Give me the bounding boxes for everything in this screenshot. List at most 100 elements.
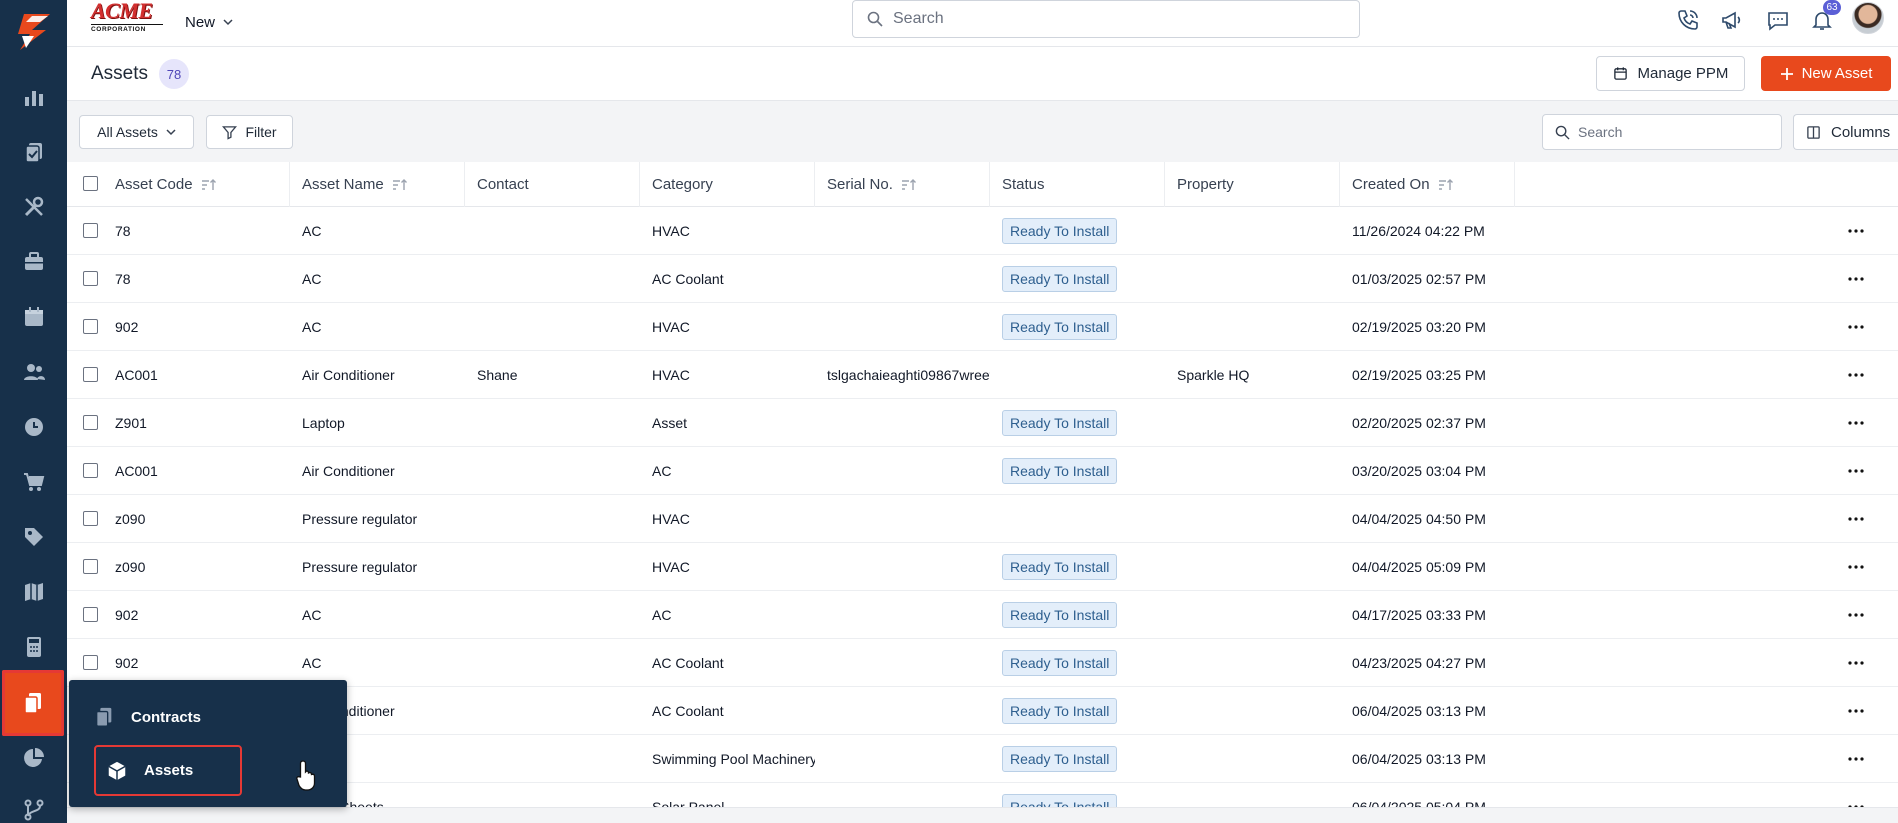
table-row[interactable]: 902 AC AC Ready To Install 04/17/2025 03:33 … bbox=[67, 591, 1898, 639]
columns-button[interactable]: Columns bbox=[1793, 114, 1898, 150]
view-selector-dropdown[interactable]: All Assets bbox=[79, 115, 194, 149]
announcements-button[interactable] bbox=[1718, 6, 1746, 34]
messages-button[interactable] bbox=[1764, 6, 1792, 34]
nav-map[interactable] bbox=[0, 567, 67, 617]
nav-workflows[interactable] bbox=[0, 785, 67, 823]
sort-icon[interactable] bbox=[201, 178, 217, 192]
app-logo[interactable] bbox=[10, 10, 56, 54]
table-row[interactable]: AC001 Air Conditioner Shane HVAC tslgachaiea… bbox=[67, 351, 1898, 399]
nav-purchasing[interactable] bbox=[0, 457, 67, 507]
nav-dashboard[interactable] bbox=[0, 72, 67, 122]
logo-subtext: CORPORATION bbox=[91, 24, 163, 33]
pie-chart-icon bbox=[23, 748, 44, 767]
calendar-icon bbox=[24, 307, 43, 326]
nav-maintenance[interactable] bbox=[0, 182, 67, 232]
new-label: New bbox=[185, 13, 216, 31]
submenu-item-contracts[interactable]: Contracts bbox=[93, 697, 201, 737]
cell-property: Sparkle HQ bbox=[1177, 367, 1250, 383]
cell-status: Ready To Install bbox=[990, 399, 1165, 447]
pagination-bar bbox=[67, 807, 1898, 823]
row-actions-button[interactable] bbox=[1846, 559, 1866, 575]
cell-asset-name: Pressure regulator bbox=[302, 559, 418, 575]
column-header-status[interactable]: Status bbox=[990, 162, 1165, 207]
status-badge: Ready To Install bbox=[1002, 650, 1118, 676]
cell-status: Ready To Install bbox=[990, 591, 1165, 639]
row-actions-button[interactable] bbox=[1846, 271, 1866, 287]
status-badge: Ready To Install bbox=[1002, 266, 1118, 292]
row-checkbox[interactable] bbox=[83, 511, 98, 526]
column-header-asset-name[interactable]: Asset Name bbox=[290, 162, 465, 207]
sort-icon[interactable] bbox=[392, 178, 408, 192]
table-search-input[interactable] bbox=[1578, 124, 1778, 140]
row-checkbox[interactable] bbox=[83, 607, 98, 622]
column-header-label: Created On bbox=[1352, 176, 1430, 193]
new-asset-button[interactable]: New Asset bbox=[1761, 56, 1891, 91]
cell-asset-name: Air Conditioner bbox=[302, 367, 395, 383]
table-search[interactable] bbox=[1542, 114, 1782, 150]
row-actions-button[interactable] bbox=[1846, 367, 1866, 383]
user-avatar[interactable] bbox=[1852, 2, 1884, 34]
cell-asset-code: 902 bbox=[115, 319, 139, 335]
company-logo[interactable]: ACME CORPORATION bbox=[91, 0, 163, 34]
manage-ppm-button[interactable]: Manage PPM bbox=[1596, 56, 1745, 91]
row-checkbox[interactable] bbox=[83, 271, 98, 286]
row-actions-button[interactable] bbox=[1846, 799, 1866, 807]
dashboard-chart-icon bbox=[24, 91, 43, 106]
sort-icon[interactable] bbox=[1438, 178, 1454, 192]
nav-contracts-assets[interactable] bbox=[2, 670, 64, 736]
nav-timesheets[interactable] bbox=[0, 402, 67, 452]
column-header-serial-no[interactable]: Serial No. bbox=[815, 162, 990, 207]
cart-icon bbox=[23, 473, 44, 491]
column-header-asset-code[interactable]: Asset Code bbox=[103, 162, 290, 207]
table-row[interactable]: 902 AC HVAC Ready To Install 02/19/2025 03:2… bbox=[67, 303, 1898, 351]
row-checkbox[interactable] bbox=[83, 319, 98, 334]
row-actions-button[interactable] bbox=[1846, 319, 1866, 335]
more-horizontal-icon bbox=[1848, 229, 1864, 233]
cell-category: HVAC bbox=[652, 319, 690, 335]
sort-icon[interactable] bbox=[901, 178, 917, 192]
row-checkbox[interactable] bbox=[83, 655, 98, 670]
row-checkbox[interactable] bbox=[83, 463, 98, 478]
nav-calendar[interactable] bbox=[0, 292, 67, 342]
global-search-input[interactable] bbox=[893, 10, 1333, 28]
column-header-label: Category bbox=[652, 176, 713, 193]
column-header-property[interactable]: Property bbox=[1165, 162, 1340, 207]
row-checkbox[interactable] bbox=[83, 559, 98, 574]
nav-pricing[interactable] bbox=[0, 512, 67, 562]
table-row[interactable]: 78 AC HVAC Ready To Install 11/26/2024 04:22… bbox=[67, 207, 1898, 255]
new-dropdown-button[interactable]: New bbox=[185, 10, 233, 34]
column-header-created-on[interactable]: Created On bbox=[1340, 162, 1515, 207]
global-search[interactable] bbox=[852, 0, 1360, 38]
row-checkbox[interactable] bbox=[83, 367, 98, 382]
calendar-icon bbox=[1613, 67, 1627, 80]
row-checkbox[interactable] bbox=[83, 223, 98, 238]
table-row[interactable]: AC001 Air Conditioner AC Ready To Install 03… bbox=[67, 447, 1898, 495]
table-row[interactable]: 78 AC AC Coolant Ready To Install 01/03/2025… bbox=[67, 255, 1898, 303]
row-actions-button[interactable] bbox=[1846, 415, 1866, 431]
nav-accounting[interactable] bbox=[0, 622, 67, 672]
nav-jobs[interactable] bbox=[0, 237, 67, 287]
filter-button[interactable]: Filter bbox=[206, 115, 293, 149]
nav-reports[interactable] bbox=[0, 733, 67, 783]
row-actions-button[interactable] bbox=[1846, 655, 1866, 671]
nav-work-orders[interactable] bbox=[0, 127, 67, 177]
column-header-category[interactable]: Category bbox=[640, 162, 815, 207]
phone-button[interactable] bbox=[1674, 6, 1702, 34]
row-actions-button[interactable] bbox=[1846, 703, 1866, 719]
cell-category: AC Coolant bbox=[652, 655, 724, 671]
row-checkbox[interactable] bbox=[83, 415, 98, 430]
row-actions-button[interactable] bbox=[1846, 511, 1866, 527]
table-row[interactable]: z090 Pressure regulator HVAC 04/04/2025 04:… bbox=[67, 495, 1898, 543]
row-actions-button[interactable] bbox=[1846, 223, 1866, 239]
select-all-checkbox[interactable] bbox=[83, 176, 98, 191]
row-actions-button[interactable] bbox=[1846, 751, 1866, 767]
nav-people[interactable] bbox=[0, 347, 67, 397]
submenu-item-assets[interactable]: Assets bbox=[94, 745, 242, 796]
row-actions-button[interactable] bbox=[1846, 607, 1866, 623]
cell-category: AC bbox=[652, 607, 672, 623]
table-row[interactable]: Z901 Laptop Asset Ready To Install 02/20/202… bbox=[67, 399, 1898, 447]
table-row[interactable]: z090 Pressure regulator HVAC Ready To Insta… bbox=[67, 543, 1898, 591]
cell-status bbox=[990, 351, 1165, 399]
column-header-contact[interactable]: Contact bbox=[465, 162, 640, 207]
row-actions-button[interactable] bbox=[1846, 463, 1866, 479]
